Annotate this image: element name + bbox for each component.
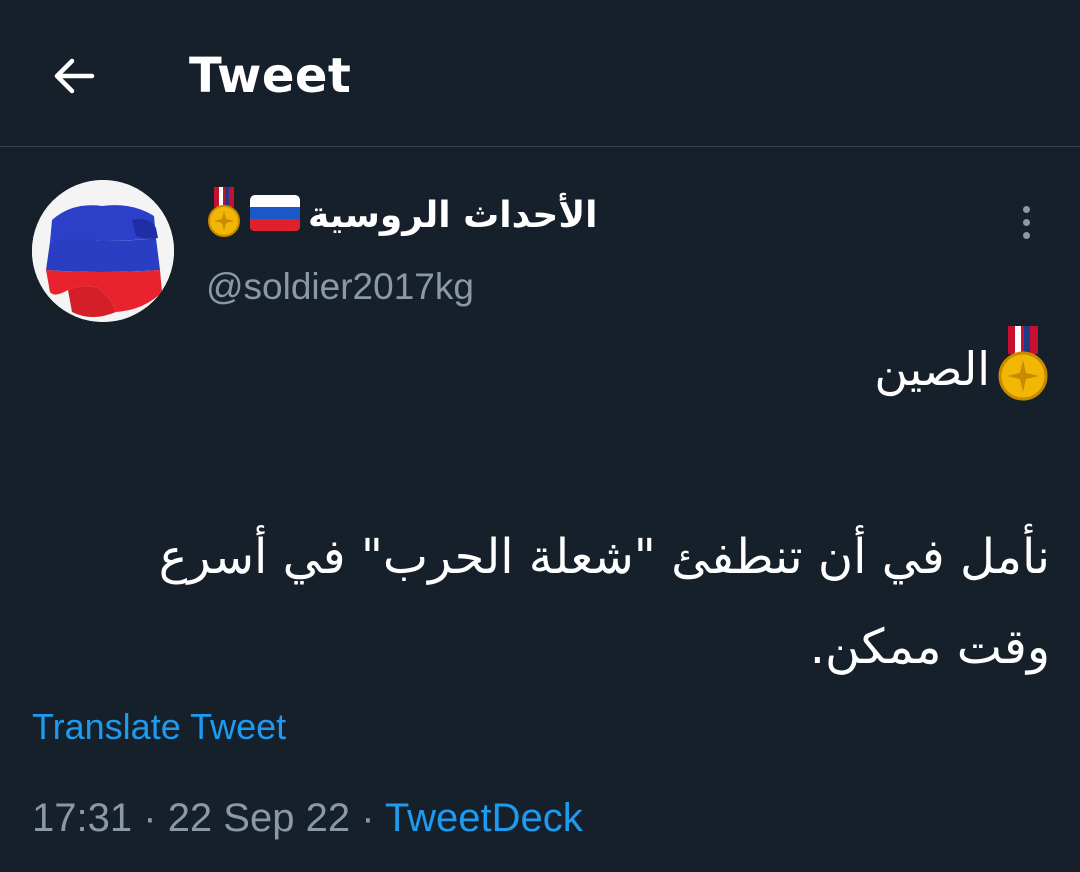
more-dot-icon: [1022, 218, 1030, 226]
translate-tweet-link[interactable]: Translate Tweet: [32, 702, 286, 752]
author-name-row[interactable]: الأحداث الروسية: [206, 184, 616, 246]
separator-dot: ·: [361, 796, 375, 840]
tweet-metadata: 17:31 · 22 Sep 22 · TweetDeck: [32, 790, 583, 846]
arrow-left-icon: [54, 58, 95, 94]
military-medal-icon: [206, 187, 242, 243]
more-dot-icon: [1022, 205, 1030, 213]
page-title: Tweet: [189, 48, 352, 104]
military-medal-icon: [996, 325, 1050, 413]
tweet-date[interactable]: 22 Sep 22: [168, 796, 350, 840]
more-options-button[interactable]: [1006, 198, 1046, 246]
tweet-source-link[interactable]: TweetDeck: [385, 796, 583, 840]
avatar[interactable]: [32, 180, 174, 322]
tweet-line-1-text: الصين: [874, 342, 990, 396]
russia-flag-icon: [250, 195, 300, 235]
tweet-line-2-text: نأمل في أن تنطفئ "شعلة الحرب" في أسرع وق…: [158, 529, 1050, 675]
separator-dot: ·: [143, 796, 157, 840]
russian-flag-soldier-silhouette: [32, 180, 174, 322]
author-display-name: الأحداث الروسية: [308, 194, 598, 236]
top-bar: Tweet: [0, 0, 1080, 147]
tweet-time[interactable]: 17:31: [32, 796, 132, 840]
tweet-line-1: الصين: [120, 322, 1050, 416]
back-button[interactable]: [46, 48, 102, 104]
tweet-text: الصين نأمل في أن تنطفئ "شعلة الحرب" في أ…: [120, 322, 1050, 692]
more-dot-icon: [1022, 231, 1030, 239]
author-handle[interactable]: @soldier2017kg: [206, 262, 474, 312]
